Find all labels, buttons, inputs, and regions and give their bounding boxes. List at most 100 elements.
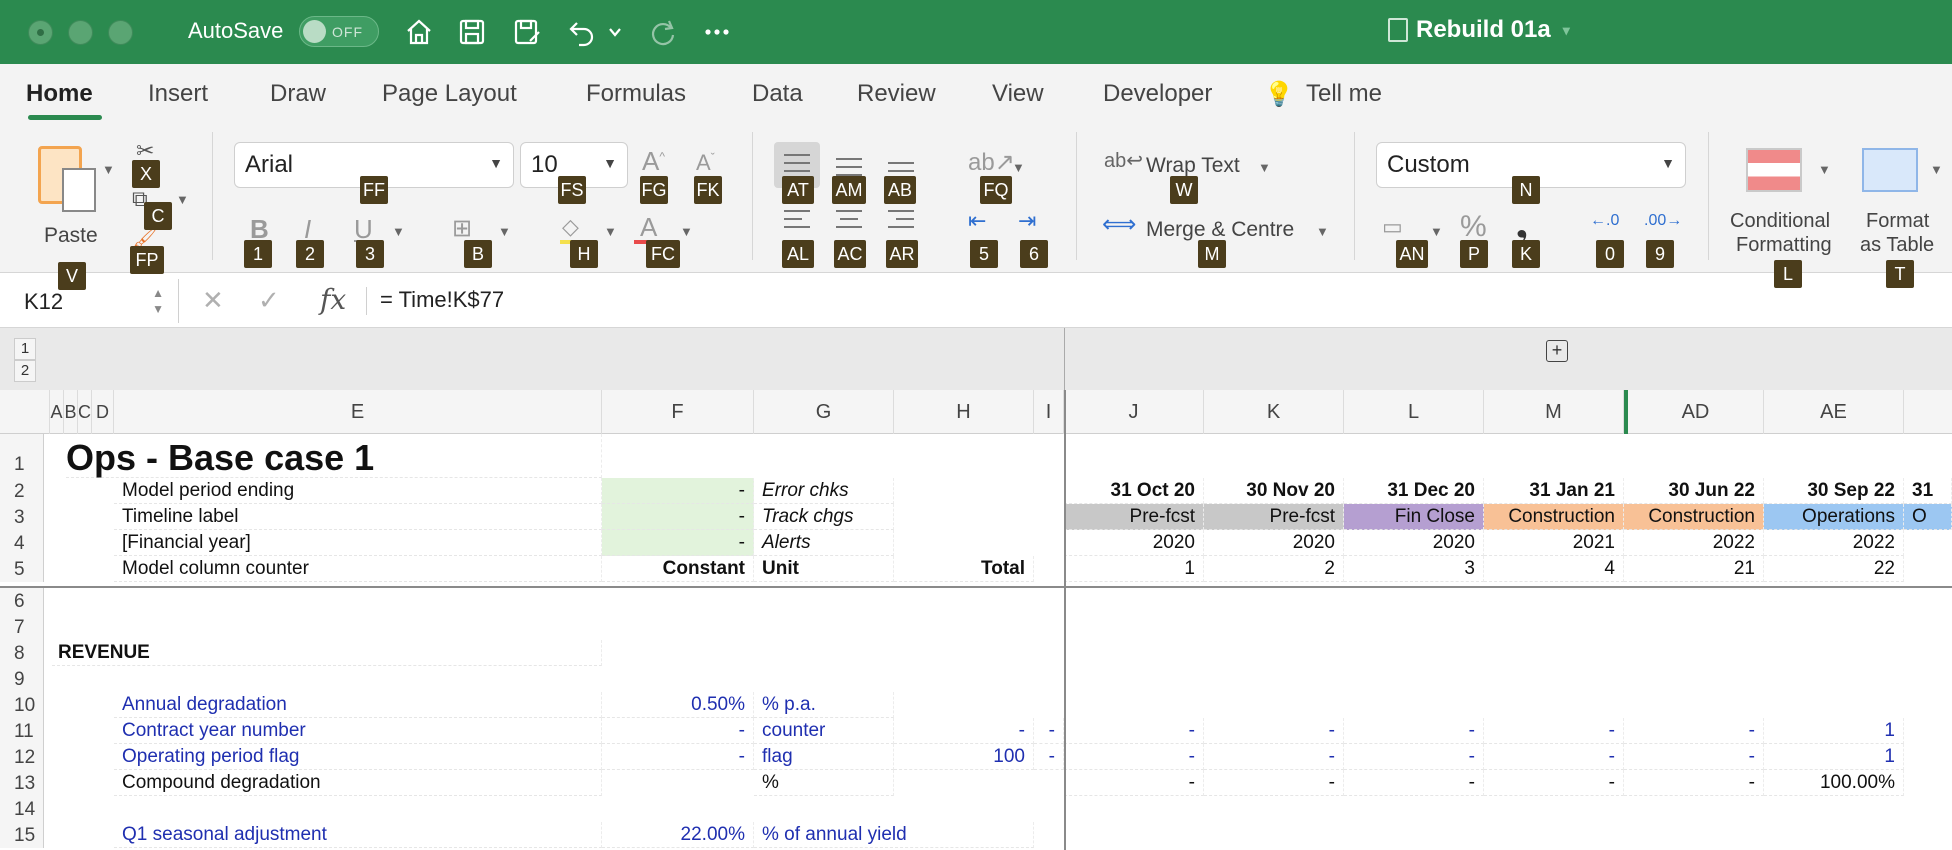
column-header-f[interactable]: F [602, 390, 754, 434]
save-icon[interactable] [455, 14, 489, 50]
shrink-font-icon[interactable]: Aˇ [696, 150, 715, 176]
percent-style-icon[interactable]: % [1460, 210, 1487, 244]
worksheet-grid[interactable]: A B C D E F G H I J K L M AD AE 1 Ops - … [0, 390, 1952, 850]
cell-ad2[interactable]: 30 Jun 22 [1624, 478, 1764, 504]
cell-g3[interactable]: Track chgs [754, 504, 894, 530]
home-icon[interactable] [402, 14, 436, 50]
column-header-i[interactable]: I [1034, 390, 1064, 434]
grow-font-icon[interactable]: A^ [642, 146, 665, 177]
row-header-10[interactable]: 10 [0, 692, 44, 718]
row-header-14[interactable]: 14 [0, 796, 44, 822]
row-header-8[interactable]: 8 [0, 640, 44, 666]
cell-j5[interactable]: 1 [1064, 556, 1204, 582]
cell-g11[interactable]: counter [754, 718, 894, 744]
cell-e4[interactable]: [Financial year] [114, 530, 602, 556]
merge-centre-button[interactable]: Merge & Centre [1146, 218, 1294, 242]
column-header-g[interactable]: G [754, 390, 894, 434]
decrease-indent-icon[interactable]: ⇤ [968, 208, 986, 234]
cell-ad13[interactable]: - [1624, 770, 1764, 796]
cell-m4[interactable]: 2021 [1484, 530, 1624, 556]
format-as-table-label-1[interactable]: Format [1866, 210, 1929, 233]
row-header-15[interactable]: 15 [0, 822, 44, 848]
cell-f4[interactable]: - [602, 530, 754, 556]
cell-f12[interactable]: - [602, 744, 754, 770]
cell-ae2[interactable]: 30 Sep 22 [1764, 478, 1904, 504]
conditional-formatting-label-2[interactable]: Formatting [1736, 234, 1832, 257]
format-as-table-chevron-down-icon[interactable]: ▼ [1930, 162, 1943, 177]
column-header-e[interactable]: E [114, 390, 602, 434]
tab-home[interactable]: Home [26, 80, 93, 108]
cell-f11[interactable]: - [602, 718, 754, 744]
cell-m11[interactable]: - [1484, 718, 1624, 744]
tab-developer[interactable]: Developer [1103, 80, 1212, 108]
column-header-a[interactable]: A [50, 390, 64, 434]
cell-k13[interactable]: - [1204, 770, 1344, 796]
outline-level-1-button[interactable]: 1 [14, 338, 36, 360]
borders-chevron-down-icon[interactable]: ▼ [498, 224, 511, 239]
font-color-icon[interactable]: A [640, 212, 657, 243]
minimize-window-button[interactable] [68, 20, 93, 45]
cell-j11[interactable]: - [1064, 718, 1204, 744]
sheet-title[interactable]: Ops - Base case 1 [66, 434, 602, 478]
cell-e5[interactable]: Model column counter [114, 556, 602, 582]
cell-g12[interactable]: flag [754, 744, 894, 770]
more-icon[interactable] [700, 14, 734, 50]
cell-ad11[interactable]: - [1624, 718, 1764, 744]
copy-chevron-down-icon[interactable]: ▼ [176, 192, 189, 207]
cell-m3[interactable]: Construction [1484, 504, 1624, 530]
cell-i11[interactable]: - [1034, 718, 1064, 744]
outline-expand-icon[interactable]: + [1546, 340, 1568, 362]
cell-j12[interactable]: - [1064, 744, 1204, 770]
cell-h12[interactable]: 100 [894, 744, 1034, 770]
cell-e15[interactable]: Q1 seasonal adjustment [114, 822, 602, 848]
cell-i12[interactable]: - [1034, 744, 1064, 770]
comma-style-icon[interactable]: ❟ [1516, 210, 1528, 244]
section-revenue[interactable]: REVENUE [52, 640, 602, 666]
row-header-2[interactable]: 2 [0, 478, 44, 504]
cell-l11[interactable]: - [1344, 718, 1484, 744]
paste-button[interactable]: Paste [34, 142, 114, 252]
save-as-icon[interactable] [510, 14, 544, 50]
cell-g15[interactable]: % of annual yield [754, 822, 1034, 848]
row-header-4[interactable]: 4 [0, 530, 44, 556]
cell-e2[interactable]: Model period ending [114, 478, 602, 504]
undo-icon[interactable] [565, 14, 599, 50]
tab-formulas[interactable]: Formulas [586, 80, 686, 108]
accounting-chevron-down-icon[interactable]: ▼ [1430, 224, 1443, 239]
cell-e10[interactable]: Annual degradation [114, 692, 602, 718]
cell-k4[interactable]: 2020 [1204, 530, 1344, 556]
cell-k2[interactable]: 30 Nov 20 [1204, 478, 1344, 504]
maximize-window-button[interactable] [108, 20, 133, 45]
column-header-ad[interactable]: AD [1624, 390, 1764, 434]
cell-j3[interactable]: Pre-fcst [1064, 504, 1204, 530]
cell-ad3[interactable]: Construction [1624, 504, 1764, 530]
conditional-formatting-label-1[interactable]: Conditional [1730, 210, 1830, 233]
redo-icon[interactable] [645, 14, 679, 50]
close-window-button[interactable] [28, 20, 53, 45]
cell-k3[interactable]: Pre-fcst [1204, 504, 1344, 530]
cancel-icon[interactable]: ✕ [202, 285, 224, 316]
cell-e3[interactable]: Timeline label [114, 504, 602, 530]
cell-f2[interactable]: - [602, 478, 754, 504]
column-header-l[interactable]: L [1344, 390, 1484, 434]
cell-ae13[interactable]: 100.00% [1764, 770, 1904, 796]
tab-data[interactable]: Data [752, 80, 803, 108]
enter-check-icon[interactable]: ✓ [258, 285, 280, 316]
cell-h5[interactable]: Total [894, 556, 1034, 582]
undo-dropdown-icon[interactable] [605, 14, 625, 50]
cell-l13[interactable]: - [1344, 770, 1484, 796]
row-header-12[interactable]: 12 [0, 744, 44, 770]
cell-ae12[interactable]: 1 [1764, 744, 1904, 770]
formula-input[interactable]: = Time!K$77 [380, 287, 504, 313]
format-as-table-label-2[interactable]: as Table [1860, 234, 1934, 257]
tab-review[interactable]: Review [857, 80, 936, 108]
cell-ad5[interactable]: 21 [1624, 556, 1764, 582]
decrease-decimal-icon[interactable]: .00→ [1644, 212, 1682, 230]
borders-icon[interactable]: ⊞ [452, 214, 472, 243]
wrap-text-chevron-down-icon[interactable]: ▼ [1258, 160, 1271, 175]
tab-draw[interactable]: Draw [270, 80, 326, 108]
cell-g10[interactable]: % p.a. [754, 692, 894, 718]
cell-g13[interactable]: % [754, 770, 894, 796]
merge-chevron-down-icon[interactable]: ▼ [1316, 224, 1329, 239]
cell-l12[interactable]: - [1344, 744, 1484, 770]
